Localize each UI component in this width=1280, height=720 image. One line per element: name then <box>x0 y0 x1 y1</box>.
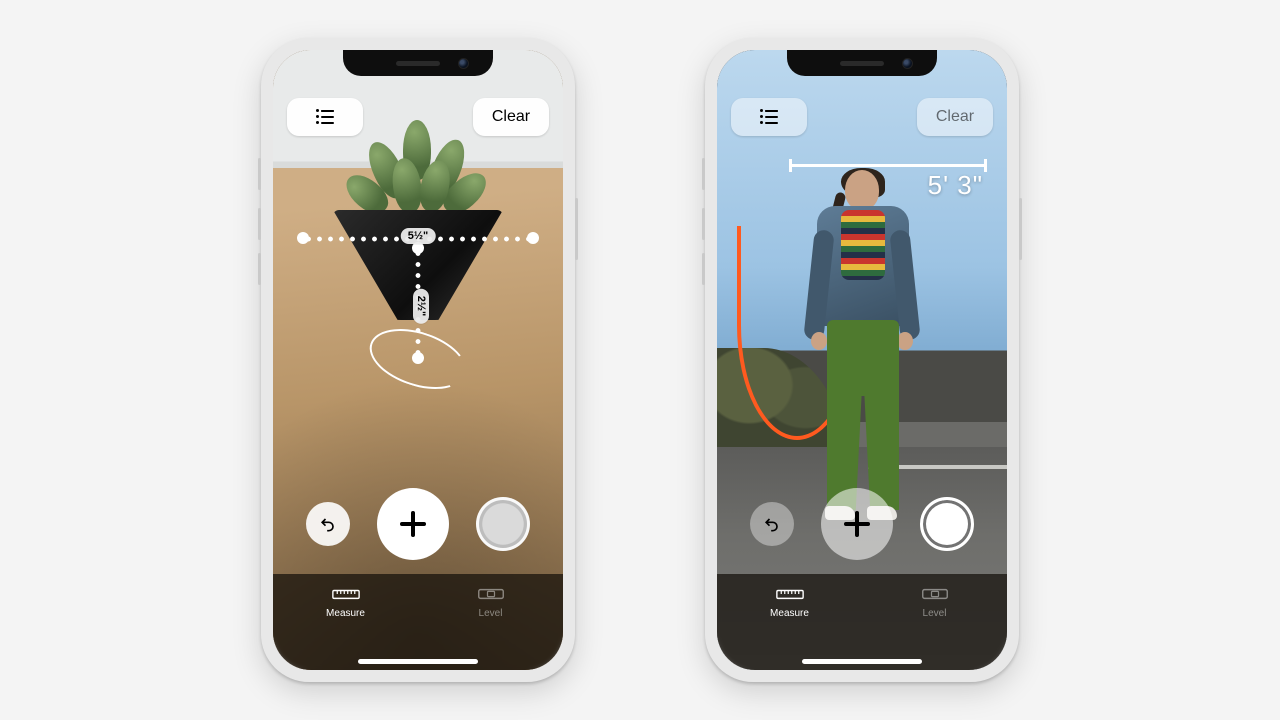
notch <box>343 50 493 76</box>
clear-button[interactable]: Clear <box>917 98 993 136</box>
undo-button[interactable] <box>750 502 794 546</box>
add-point-button[interactable] <box>821 488 893 560</box>
tab-level[interactable]: Level <box>418 574 563 670</box>
person-height-line <box>789 164 987 167</box>
tab-measure[interactable]: Measure <box>273 574 418 670</box>
undo-icon <box>762 514 782 534</box>
phone-right-screen: 5' 3" Clear <box>717 50 1007 670</box>
phone-left-screen: 5½" 2½" Clear <box>273 50 563 670</box>
tab-level-label: Level <box>923 608 947 619</box>
tab-level[interactable]: Level <box>862 574 1007 670</box>
tab-bar: Measure Level <box>273 574 563 670</box>
measurements-list-button[interactable] <box>731 98 807 136</box>
level-icon <box>921 584 949 604</box>
tab-bar: Measure Level <box>717 574 1007 670</box>
plus-icon <box>400 511 426 537</box>
comparison-stage: 5½" 2½" Clear <box>0 0 1280 720</box>
level-icon <box>477 584 505 604</box>
person-height-label[interactable]: 5' 3" <box>928 170 983 201</box>
capture-button[interactable] <box>476 497 530 551</box>
phone-left: 5½" 2½" Clear <box>261 38 575 682</box>
undo-button[interactable] <box>306 502 350 546</box>
ruler-icon <box>776 584 804 604</box>
measurement-label-height[interactable]: 2½" <box>413 289 429 324</box>
home-indicator[interactable] <box>802 659 922 664</box>
measurement-label-width[interactable]: 5½" <box>401 228 436 244</box>
add-point-button[interactable] <box>377 488 449 560</box>
tab-measure[interactable]: Measure <box>717 574 862 670</box>
ruler-icon <box>332 584 360 604</box>
tab-level-label: Level <box>479 608 503 619</box>
tab-measure-label: Measure <box>326 608 365 619</box>
measurements-list-button[interactable] <box>287 98 363 136</box>
capture-button[interactable] <box>920 497 974 551</box>
phone-right: 5' 3" Clear <box>705 38 1019 682</box>
list-icon <box>760 110 778 124</box>
notch <box>787 50 937 76</box>
list-icon <box>316 110 334 124</box>
home-indicator[interactable] <box>358 659 478 664</box>
plus-icon <box>844 511 870 537</box>
tab-measure-label: Measure <box>770 608 809 619</box>
undo-icon <box>318 514 338 534</box>
clear-button[interactable]: Clear <box>473 98 549 136</box>
